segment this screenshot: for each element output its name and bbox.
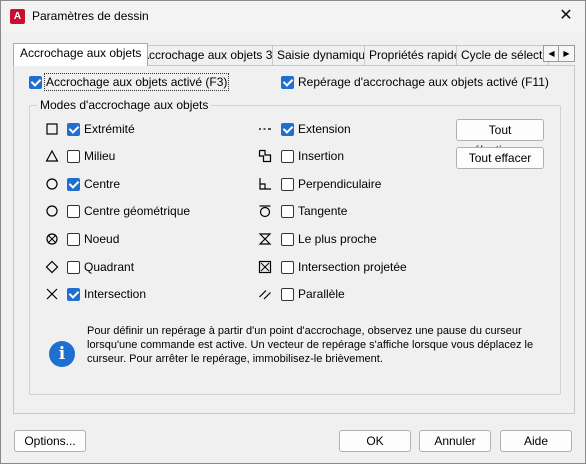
endpoint-checkbox[interactable] <box>67 123 80 136</box>
insertion-label[interactable]: Insertion <box>298 149 344 163</box>
select-all-button[interactable]: Tout sélectionner <box>456 119 544 157</box>
close-icon[interactable]: ✕ <box>555 5 577 27</box>
center-checkbox[interactable] <box>67 178 80 191</box>
quadrant-label[interactable]: Quadrant <box>84 260 134 274</box>
insertion-checkbox[interactable] <box>281 150 294 163</box>
ok-button[interactable]: OK <box>339 430 411 452</box>
extension-checkbox[interactable] <box>281 123 294 136</box>
endpoint-label[interactable]: Extrémité <box>84 122 135 136</box>
options-button[interactable]: Options... <box>14 430 86 452</box>
help-button[interactable]: Aide <box>500 430 572 452</box>
midpoint-triangle-icon <box>45 149 59 162</box>
info-icon: i <box>49 341 75 367</box>
tab-quick-properties[interactable]: Propriétés rapides <box>364 45 466 65</box>
tangent-icon <box>259 205 271 218</box>
osnap-on-checkbox[interactable] <box>29 76 42 89</box>
insertion-icon <box>258 149 272 163</box>
clear-all-button[interactable]: Tout effacer <box>456 147 544 169</box>
apparent-intersection-label[interactable]: Intersection projetée <box>298 260 407 274</box>
tab-selection-cycling[interactable]: Cycle de sélection <box>456 45 549 65</box>
intersection-x-icon <box>46 288 58 300</box>
center-label[interactable]: Centre <box>84 177 120 191</box>
geometric-center-icon <box>46 205 58 217</box>
window-title: Paramètres de dessin <box>32 9 149 23</box>
geometric-center-checkbox[interactable] <box>67 205 80 218</box>
node-checkbox[interactable] <box>67 233 80 246</box>
tab-scroll-right-icon[interactable]: ▶ <box>558 45 575 62</box>
dialog-window: A Paramètres de dessin ✕ Accrochage aux … <box>0 0 586 464</box>
midpoint-label[interactable]: Milieu <box>84 149 115 163</box>
perpendicular-checkbox[interactable] <box>281 178 294 191</box>
tangent-checkbox[interactable] <box>281 205 294 218</box>
tracking-on-checkbox[interactable] <box>281 76 294 89</box>
node-label[interactable]: Noeud <box>84 232 119 246</box>
osnap-on-label[interactable]: Accrochage aux objets activé (F3) <box>43 73 230 91</box>
extension-icon <box>259 128 271 130</box>
nearest-label[interactable]: Le plus proche <box>298 232 377 246</box>
center-circle-icon <box>46 178 58 190</box>
parallel-icon <box>259 290 271 300</box>
apparent-intersection-icon <box>258 260 272 274</box>
geometric-center-label[interactable]: Centre géométrique <box>84 204 190 218</box>
info-text: Pour définir un repérage à partir d'un p… <box>87 325 534 365</box>
tab-strip: Accrochage aux objets Accrochage aux obj… <box>13 43 575 66</box>
quadrant-checkbox[interactable] <box>67 261 80 274</box>
cancel-button[interactable]: Annuler <box>419 430 491 452</box>
parallel-label[interactable]: Parallèle <box>298 287 345 301</box>
apparent-intersection-checkbox[interactable] <box>281 261 294 274</box>
tab-3d-object-snap[interactable]: Accrochage aux objets 3D <box>136 45 281 65</box>
tab-object-snap[interactable]: Accrochage aux objets <box>13 43 149 66</box>
perpendicular-icon <box>259 178 271 190</box>
quadrant-diamond-icon <box>45 260 59 274</box>
parallel-checkbox[interactable] <box>281 288 294 301</box>
midpoint-checkbox[interactable] <box>67 150 80 163</box>
perpendicular-label[interactable]: Perpendiculaire <box>298 177 381 191</box>
snap-modes-group-title: Modes d'accrochage aux objets <box>37 98 212 112</box>
tracking-on-label[interactable]: Repérage d'accrochage aux objets activé … <box>298 75 549 89</box>
nearest-hourglass-icon <box>258 233 272 245</box>
autocad-app-icon: A <box>10 9 25 24</box>
tab-dynamic-input[interactable]: Saisie dynamique <box>272 45 372 65</box>
nearest-checkbox[interactable] <box>281 233 294 246</box>
tangent-label[interactable]: Tangente <box>298 204 347 218</box>
title-bar: A Paramètres de dessin ✕ <box>1 1 585 32</box>
intersection-label[interactable]: Intersection <box>84 287 146 301</box>
intersection-checkbox[interactable] <box>67 288 80 301</box>
node-icon <box>46 233 58 245</box>
extension-label[interactable]: Extension <box>298 122 351 136</box>
endpoint-square-icon <box>46 123 58 135</box>
